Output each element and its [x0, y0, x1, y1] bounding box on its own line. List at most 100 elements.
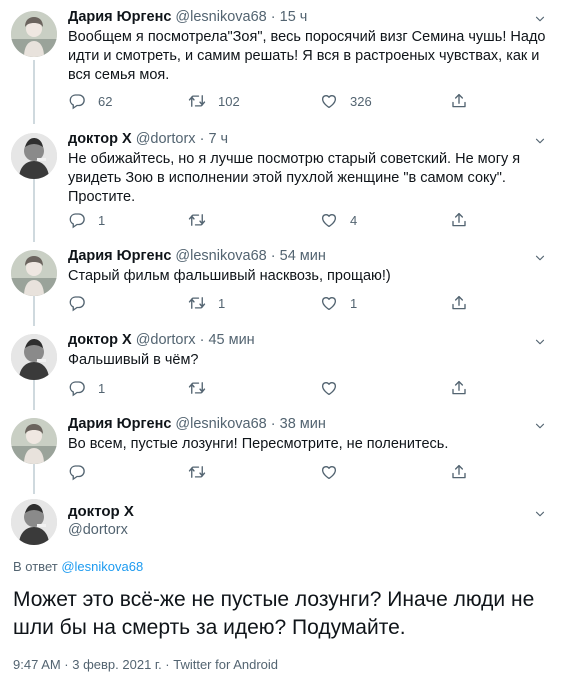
share-icon — [450, 211, 468, 229]
separator: · — [270, 248, 276, 264]
reply-icon — [68, 211, 86, 229]
share-icon — [450, 463, 468, 481]
man-avatar-icon — [11, 499, 57, 545]
avatar[interactable] — [11, 418, 57, 464]
reply-icon — [68, 463, 86, 481]
tweet-2[interactable]: доктор Х @dortorx · 7 ч Не обижайтесь, н… — [0, 125, 561, 242]
heart-icon — [320, 211, 338, 229]
share-icon — [450, 294, 468, 312]
retweet-button[interactable]: 1 — [188, 294, 225, 312]
author-handle[interactable]: @dortorx — [136, 332, 196, 348]
retweet-button[interactable] — [188, 211, 218, 229]
avatar[interactable] — [11, 334, 57, 380]
share-button[interactable] — [450, 294, 468, 312]
avatar[interactable] — [11, 250, 57, 296]
retweet-count: 1 — [218, 295, 226, 311]
chevron-down-icon[interactable] — [533, 335, 547, 349]
author-handle[interactable]: @dortorx — [136, 131, 196, 147]
like-button[interactable]: 1 — [320, 294, 357, 312]
reply-button[interactable]: 62 — [68, 92, 112, 110]
tweet-header: доктор Х @dortorx · 45 мин — [68, 331, 549, 350]
retweet-icon — [188, 379, 206, 397]
retweet-count: 102 — [218, 93, 240, 109]
tweet-1[interactable]: Дария Юргенс @lesnikova68 · 15 ч Вообщем… — [0, 0, 561, 125]
author-name[interactable]: доктор Х — [68, 332, 132, 348]
retweet-button[interactable] — [188, 379, 218, 397]
chevron-down-icon[interactable] — [533, 12, 547, 26]
reply-icon — [68, 379, 86, 397]
chevron-down-icon[interactable] — [533, 419, 547, 433]
author-name[interactable]: Дария Юргенс — [68, 248, 171, 264]
like-button[interactable] — [320, 463, 350, 481]
share-button[interactable] — [450, 92, 468, 110]
tweet-text: Фальшивый в чём? — [68, 352, 199, 368]
reply-button[interactable]: 1 — [68, 211, 105, 229]
author-handle[interactable]: @lesnikova68 — [175, 9, 266, 25]
share-icon — [450, 379, 468, 397]
reply-button[interactable] — [68, 463, 98, 481]
author-handle[interactable]: @dortorx — [68, 522, 549, 538]
woman-avatar-icon — [11, 11, 57, 57]
retweet-button[interactable]: 102 — [188, 92, 240, 110]
tweet-header: Дария Юргенс @lesnikova68 · 38 мин — [68, 415, 549, 434]
tweet-5[interactable]: Дария Юргенс @lesnikova68 · 38 мин Во вс… — [0, 410, 561, 494]
timestamp[interactable]: 7 ч — [208, 131, 228, 147]
share-button[interactable] — [450, 211, 468, 229]
tweet-text: Старый фильм фальшивый насквозь, прощаю!… — [68, 268, 391, 284]
tweet-4[interactable]: доктор Х @dortorx · 45 мин Фальшивый в ч… — [0, 326, 561, 410]
reply-mention-link[interactable]: @lesnikova68 — [61, 559, 143, 574]
separator: · — [270, 416, 276, 432]
main-tweet-text: Может это всё-же не пустые лозунги? Инач… — [13, 588, 535, 639]
timestamp[interactable]: 45 мин — [208, 332, 254, 348]
chevron-down-icon[interactable] — [533, 251, 547, 265]
reply-button[interactable] — [68, 294, 98, 312]
like-count: 326 — [350, 93, 372, 109]
reply-count: 1 — [98, 380, 106, 396]
action-bar: 1 — [68, 379, 488, 397]
separator: · — [270, 9, 276, 25]
timestamp[interactable]: 54 мин — [280, 248, 326, 264]
tweet-text: Вообщем я посмотрела"Зоя", весь поросячи… — [68, 29, 546, 83]
man-avatar-icon — [11, 334, 57, 380]
like-count: 1 — [350, 295, 358, 311]
tweet-text: Во всем, пустые лозунги! Пересмотрите, н… — [68, 436, 449, 452]
author-name[interactable]: доктор Х — [68, 131, 132, 147]
reply-icon — [68, 294, 86, 312]
chevron-down-icon[interactable] — [533, 134, 547, 148]
share-button[interactable] — [450, 379, 468, 397]
tweet-meta[interactable]: 9:47 AM · 3 февр. 2021 г. · Twitter for … — [13, 657, 278, 672]
author-name[interactable]: доктор Х — [68, 503, 549, 520]
avatar[interactable] — [11, 11, 57, 57]
tweet-header: Дария Юргенс @lesnikova68 · 54 мин — [68, 247, 549, 266]
man-avatar-icon — [11, 133, 57, 179]
timestamp[interactable]: 38 мин — [280, 416, 326, 432]
author-name[interactable]: Дария Юргенс — [68, 9, 171, 25]
separator: · — [199, 131, 205, 147]
reply-button[interactable]: 1 — [68, 379, 105, 397]
tweet-3[interactable]: Дария Юргенс @lesnikova68 · 54 мин Стары… — [0, 242, 561, 326]
action-bar — [68, 463, 488, 481]
share-button[interactable] — [450, 463, 468, 481]
retweet-icon — [188, 92, 206, 110]
reply-count: 62 — [98, 93, 113, 109]
chevron-down-icon[interactable] — [533, 507, 547, 521]
author-name[interactable]: Дария Юргенс — [68, 416, 171, 432]
action-bar: 1 1 — [68, 294, 488, 312]
tweet-header: доктор Х @dortorx · 7 ч — [68, 130, 549, 149]
avatar[interactable] — [11, 133, 57, 179]
woman-avatar-icon — [11, 250, 57, 296]
avatar[interactable] — [11, 499, 57, 545]
share-icon — [450, 92, 468, 110]
like-button[interactable]: 326 — [320, 92, 372, 110]
like-button[interactable]: 4 — [320, 211, 357, 229]
retweet-icon — [188, 463, 206, 481]
like-button[interactable] — [320, 379, 350, 397]
woman-avatar-icon — [11, 418, 57, 464]
retweet-button[interactable] — [188, 463, 218, 481]
tweet-text: Не обижайтесь, но я лучше посмотрю стары… — [68, 151, 521, 205]
timestamp[interactable]: 15 ч — [280, 9, 308, 25]
heart-icon — [320, 294, 338, 312]
retweet-icon — [188, 211, 206, 229]
author-handle[interactable]: @lesnikova68 — [175, 416, 266, 432]
author-handle[interactable]: @lesnikova68 — [175, 248, 266, 264]
